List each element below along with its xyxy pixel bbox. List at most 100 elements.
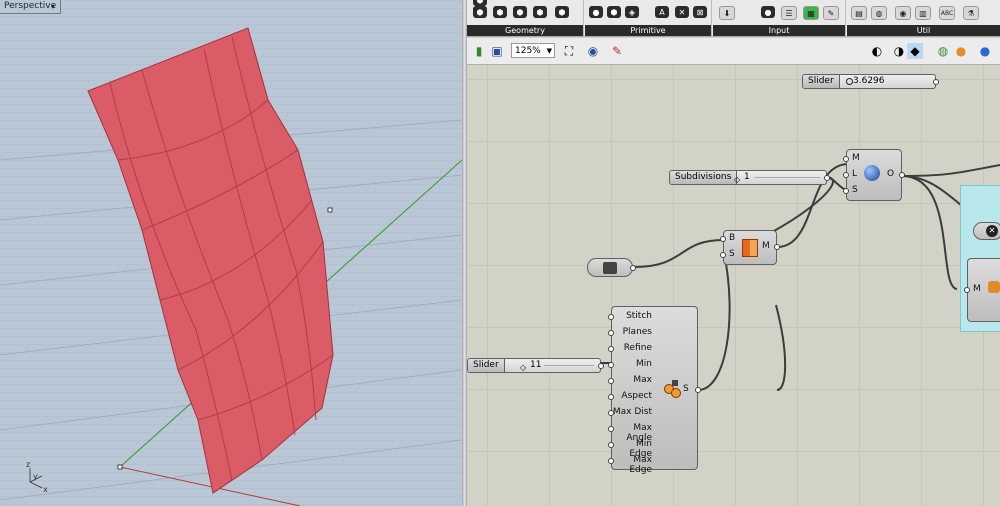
grasshopper-canvas[interactable]: Slider 3.6296 Subdivisions ◇ 1 M L S O B… [467,65,1000,506]
zoom-extents-icon[interactable]: ⛶ [561,43,577,59]
geometry-button-1[interactable]: ⬢ [473,6,487,18]
zoom-select[interactable]: 125% ▼ [511,43,555,58]
mesh-input-stitch: Stitch [626,311,652,321]
selected-preview-icon[interactable]: ◆ [907,43,923,59]
brep-input-b: B [729,233,736,243]
util-button-3[interactable]: ◉ [895,6,911,20]
slider-left-label: Slider [468,359,505,372]
mesh-input-port[interactable] [608,378,614,384]
open-file-icon[interactable]: ▮ [471,43,487,59]
geometry-param[interactable] [587,258,636,277]
slider-grip[interactable] [846,78,853,85]
geometry-param-port[interactable] [630,265,636,271]
mesh-input-port[interactable] [608,410,614,416]
axis-label-x: x [43,485,48,494]
group-close-component[interactable]: ✕ [973,222,1000,240]
merge-component[interactable]: M L S O [843,149,905,201]
input-button-list[interactable]: ☰ [781,6,797,20]
mesh-input-refine: Refine [623,343,652,353]
subdivisions-grip[interactable]: ◇ [734,173,740,186]
mesh-input-port[interactable] [608,394,614,400]
primitive-button-4[interactable]: A [655,6,669,18]
merge-port-l[interactable] [843,172,849,178]
mesh-input-port[interactable] [608,330,614,336]
brep-port-b[interactable] [720,236,726,242]
geometry-button-6[interactable]: ⬢ [473,0,487,6]
merge-input-m: M [852,153,860,163]
mesh-input-port[interactable] [608,314,614,320]
mesh-input-port[interactable] [608,362,614,368]
ribbon-group-input: ⬇ ● ☰ ▦ ✎ Input [713,0,846,36]
sphere-icon[interactable]: ● [977,43,993,59]
viewport-scene[interactable]: z y x [0,0,462,506]
geometry-button-4[interactable]: ⬢ [533,6,547,18]
group-port-m[interactable] [964,287,970,293]
grasshopper-window: ⬢ ⬢ ⬢ ⬢ ⬢ ⬢ Geometry ● ⬢ ◈ A ✕ ⊠ Primiti… [467,0,1000,506]
util-button-2[interactable]: ◍ [871,6,887,20]
slider-left-track [544,365,594,366]
wires [599,163,1000,391]
merge-input-l: L [852,169,858,179]
mesh-input-port[interactable] [608,346,614,352]
shaded-preview-icon[interactable]: ◑ [891,43,907,59]
component-ribbon: ⬢ ⬢ ⬢ ⬢ ⬢ ⬢ Geometry ● ⬢ ◈ A ✕ ⊠ Primiti… [467,0,1000,37]
display-mode-icon[interactable]: ◐ [869,43,885,59]
input-button-paint[interactable]: ✎ [823,6,839,20]
input-button-green[interactable]: ▦ [803,6,819,20]
color-icon[interactable]: ● [953,43,969,59]
util-button-1[interactable]: ▤ [851,6,867,20]
slider-top-value: 3.6296 [853,76,885,86]
brep-component[interactable]: B S M [720,230,780,265]
mesh-input-port[interactable] [608,442,614,448]
subdivisions-port[interactable] [824,175,830,181]
slider-top-label: Slider [803,75,840,88]
mesh-settings-port-s[interactable] [695,387,701,393]
brep-port-s[interactable] [720,252,726,258]
subdivisions-label: Subdivisions [670,171,738,184]
viewport-menu-chevron-icon[interactable]: ▾ [48,0,58,13]
merge-port-m[interactable] [843,156,849,162]
group-move-component[interactable]: M [964,258,1000,322]
geometry-button-3[interactable]: ⬢ [513,6,527,18]
mesh-input-port[interactable] [608,426,614,432]
component-group[interactable]: ✕ M [960,185,1000,332]
merge-port-o[interactable] [899,172,905,178]
slider-left[interactable]: Slider ◇ 11 [467,358,604,374]
geometry-button-2[interactable]: ⬢ [493,6,507,18]
primitive-button-1[interactable]: ● [589,6,603,18]
mesh-input-max-dist: Max Dist [612,407,652,417]
geometry-button-5[interactable]: ⬢ [555,6,569,18]
save-file-icon[interactable]: ▣ [489,43,505,59]
material-icon[interactable]: ◍ [935,43,951,59]
primitive-button-3[interactable]: ◈ [625,6,639,18]
mesh-input-min: Min [636,359,652,369]
axis-label-y: y [33,472,38,481]
input-button-circle[interactable]: ● [761,6,775,18]
util-button-4[interactable]: ▥ [915,6,931,20]
subdivisions-value: 1 [744,172,750,182]
subdivisions-slider[interactable]: Subdivisions ◇ 1 [669,170,830,186]
merge-output-o: O [887,169,895,179]
primitive-button-5[interactable]: ✕ [675,6,689,18]
brep-port-m[interactable] [774,244,780,250]
mesh-input-planes: Planes [622,327,652,337]
util-button-abc[interactable]: ABC [939,6,955,20]
slider-top[interactable]: Slider 3.6296 [802,74,939,89]
sphere-icon [864,165,880,181]
primitive-button-6[interactable]: ⊠ [693,6,707,18]
rhino-perspective-viewport[interactable]: z y x Perspective ▾ [0,0,462,506]
primitive-button-2[interactable]: ⬢ [607,6,621,18]
mesh-settings-component[interactable]: Stitch Planes Refine Min Max Aspect Max Dist Ma… [608,306,701,475]
slider-left-grip[interactable]: ◇ [520,361,526,374]
preview-eye-icon[interactable]: ◉ [585,43,601,59]
slider-left-port[interactable] [598,363,604,369]
input-button-download[interactable]: ⬇ [719,6,735,20]
slider-top-port[interactable] [933,79,939,85]
util-button-flask[interactable]: ⚗ [963,6,979,20]
ribbon-label-primitive: Primitive [585,25,711,36]
control-point[interactable] [327,207,333,213]
merge-port-s[interactable] [843,188,849,194]
mesh-input-port[interactable] [608,458,614,464]
hand-icon [988,281,1000,293]
sketch-pen-icon[interactable]: ✎ [609,43,625,59]
